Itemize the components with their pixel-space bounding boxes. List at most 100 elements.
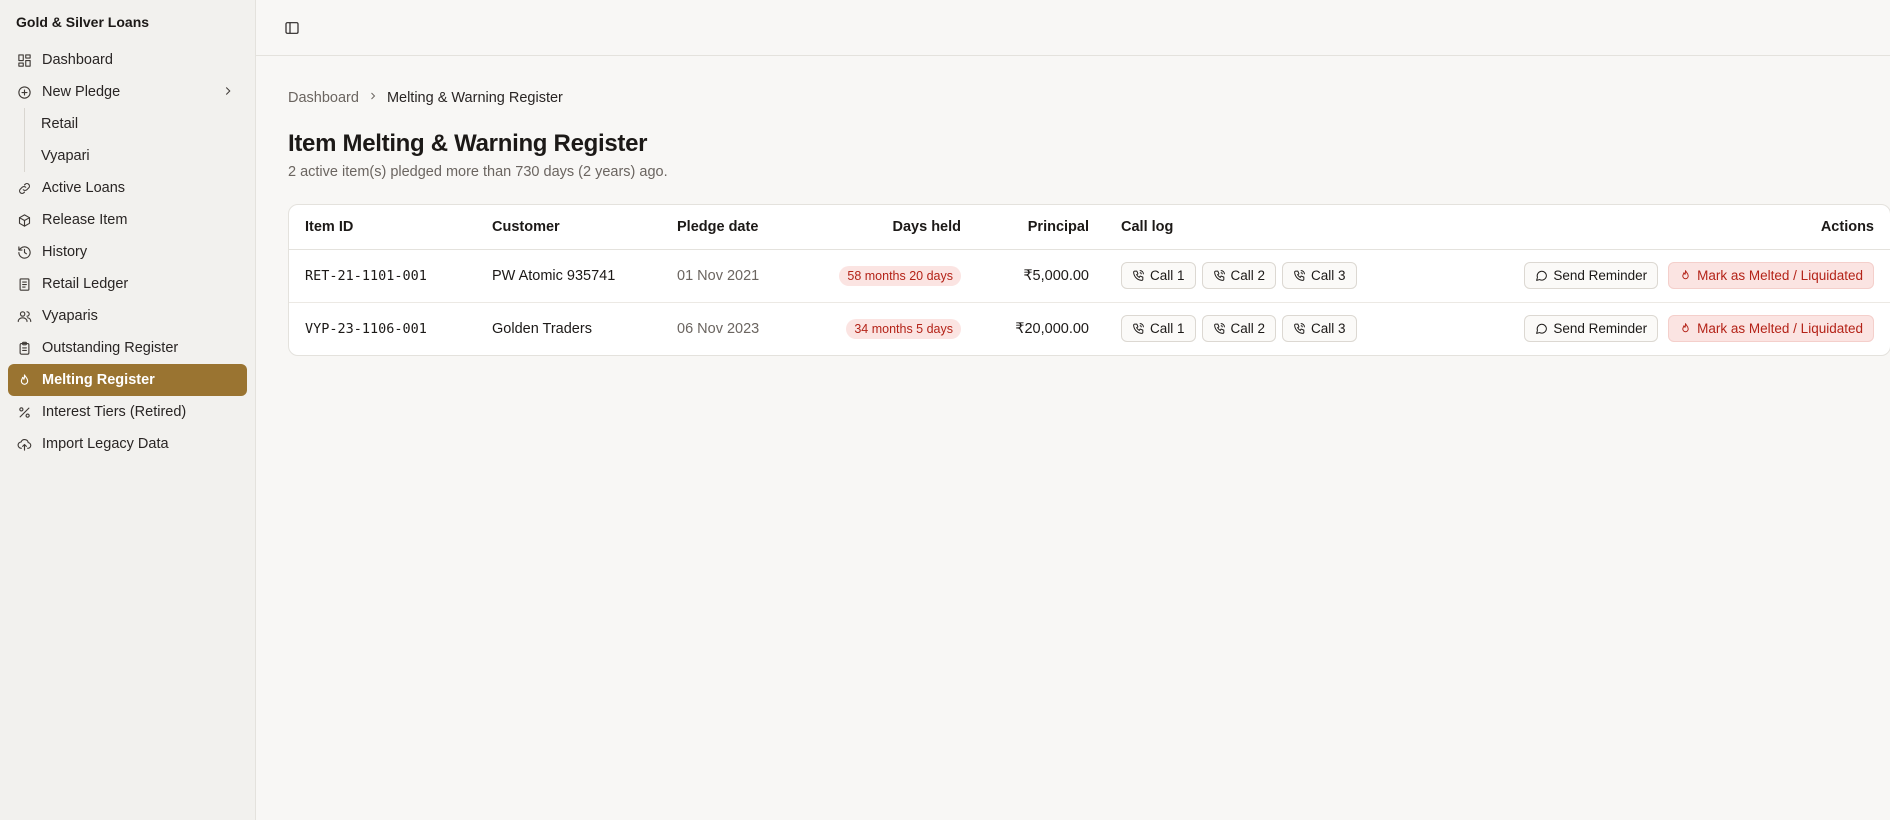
topbar (256, 0, 1890, 56)
message-circle-icon (1536, 324, 1548, 335)
phone-call-icon (1294, 323, 1305, 335)
item-id-cell: RET-21-1101-001 (289, 249, 476, 303)
call-3-button[interactable]: Call 3 (1282, 315, 1357, 343)
col-call-log: Call log (1105, 205, 1445, 250)
item-id-cell: VYP-23-1106-001 (305, 320, 427, 337)
mark-melted-label: Mark as Melted / Liquidated (1697, 268, 1863, 283)
content: Dashboard Melting & Warning Register Ite… (256, 56, 1890, 356)
pledge-date-cell: 06 Nov 2023 (677, 320, 760, 337)
sidebar: Gold & Silver Loans Dashboard New Pledge… (0, 0, 256, 820)
breadcrumb-link-dashboard[interactable]: Dashboard (288, 90, 359, 106)
call-1-button[interactable]: Call 1 (1121, 315, 1196, 343)
sidebar-item-label: History (42, 244, 88, 260)
col-principal: Principal (977, 205, 1105, 250)
send-reminder-button[interactable]: Send Reminder (1524, 315, 1659, 343)
sidebar-item-label: New Pledge (42, 84, 121, 100)
call-3-button[interactable]: Call 3 (1282, 262, 1357, 289)
call-label: Call 3 (1311, 268, 1346, 283)
breadcrumb: Dashboard Melting & Warning Register (288, 88, 1890, 108)
col-actions: Actions (1445, 205, 1890, 250)
call-label: Call 1 (1150, 268, 1185, 283)
flame-icon (1682, 270, 1689, 280)
percent-icon (16, 404, 32, 420)
mark-melted-label: Mark as Melted / Liquidated (1697, 321, 1863, 337)
mark-melted-button[interactable]: Mark as Melted / Liquidated (1668, 315, 1874, 343)
message-circle-icon (1536, 270, 1548, 281)
sidebar-item-active-loans[interactable]: Active Loans (8, 172, 247, 204)
col-customer: Customer (476, 205, 661, 250)
clipboard-icon (16, 340, 32, 356)
call-2-button[interactable]: Call 2 (1201, 315, 1277, 343)
flame-icon (1682, 323, 1689, 333)
breadcrumb-current: Melting & Warning Register (386, 90, 563, 106)
chevron-right-icon[interactable] (221, 84, 237, 100)
sidebar-item-label: Interest Tiers (Retired) (42, 404, 187, 420)
send-reminder-button[interactable]: Send Reminder (1524, 262, 1659, 289)
sidebar-item-label: Outstanding Register (42, 340, 179, 356)
days-held-badge: 34 months 5 days (846, 318, 961, 339)
sidebar-item-label: Active Loans (42, 180, 126, 196)
new-pledge-submenu: Retail Vyapari (24, 108, 247, 172)
table-row: RET-21-1101-001 PW Atomic 935741 01 Nov … (289, 249, 1890, 303)
table-row: VYP-23-1106-001 Golden Traders 06 Nov 20… (289, 302, 1890, 355)
sidebar-item-history[interactable]: History (8, 236, 247, 268)
chevron-right-icon (367, 90, 379, 106)
col-item-id: Item ID (289, 205, 476, 250)
call-label: Call 2 (1230, 321, 1266, 337)
principal-cell: ₹20,000.00 (1015, 320, 1089, 337)
col-days-held: Days held (816, 205, 977, 250)
principal-cell: ₹5,000.00 (977, 249, 1105, 303)
phone-call-icon (1133, 323, 1144, 335)
sidebar-item-new-pledge[interactable]: New Pledge (8, 76, 247, 108)
customer-cell: Golden Traders (492, 320, 592, 337)
days-held-badge: 58 months 20 days (839, 265, 961, 286)
mark-melted-button[interactable]: Mark as Melted / Liquidated (1668, 262, 1874, 289)
app-title: Gold & Silver Loans (16, 14, 150, 30)
sidebar-item-label: Vyaparis (42, 308, 98, 324)
sidebar-item-retail-ledger[interactable]: Retail Ledger (8, 268, 247, 300)
phone-call-icon (1213, 270, 1225, 281)
sidebar-subitem-vyapari[interactable]: Vyapari (25, 140, 247, 172)
sidebar-item-label: Melting Register (42, 372, 155, 388)
phone-call-icon (1133, 270, 1144, 281)
sidebar-item-dashboard[interactable]: Dashboard (8, 44, 247, 76)
main-area: Dashboard Melting & Warning Register Ite… (256, 0, 1890, 820)
plus-circle-icon (16, 84, 32, 100)
call-log-buttons: Call 1 Call 2 Call 3 (1121, 262, 1429, 289)
sidebar-item-melting-register[interactable]: Melting Register (8, 364, 247, 396)
melting-register-table: Item ID Customer Pledge date Days held P… (288, 204, 1890, 356)
page-title: Item Melting & Warning Register (288, 130, 648, 157)
cloud-upload-icon (16, 436, 32, 452)
link-icon (16, 180, 32, 196)
col-pledge-date: Pledge date (661, 205, 816, 250)
sidebar-nav: Dashboard New Pledge Retail Vyapari Acti… (8, 44, 247, 460)
sidebar-item-interest-tiers[interactable]: Interest Tiers (Retired) (8, 396, 247, 428)
users-icon (16, 308, 32, 324)
sidebar-item-label: Retail Ledger (42, 276, 129, 292)
row-actions: Send Reminder Mark as Melted / Liquidate… (1461, 262, 1874, 289)
sidebar-item-outstanding-register[interactable]: Outstanding Register (8, 332, 247, 364)
pledge-date-cell: 01 Nov 2021 (661, 249, 816, 303)
panel-left-icon (285, 21, 299, 34)
sidebar-subitem-retail[interactable]: Retail (25, 108, 247, 140)
sidebar-item-vyaparis[interactable]: Vyaparis (8, 300, 247, 332)
flame-icon (16, 372, 32, 388)
ledger-icon (16, 276, 32, 292)
call-2-button[interactable]: Call 2 (1201, 262, 1277, 289)
phone-call-icon (1294, 270, 1305, 281)
package-icon (16, 212, 32, 228)
call-label: Call 3 (1311, 321, 1346, 337)
sidebar-item-release-item[interactable]: Release Item (8, 204, 247, 236)
customer-cell: PW Atomic 935741 (476, 249, 661, 303)
page-subtitle: 2 active item(s) pledged more than 730 d… (288, 164, 668, 180)
sidebar-item-label: Release Item (42, 212, 128, 228)
history-icon (16, 244, 32, 260)
call-label: Call 2 (1230, 268, 1266, 283)
sidebar-toggle-button[interactable] (278, 14, 306, 42)
sidebar-item-label: Dashboard (42, 52, 113, 68)
send-reminder-label: Send Reminder (1553, 321, 1648, 337)
sidebar-item-label: Import Legacy Data (42, 436, 169, 452)
sidebar-item-import-legacy-data[interactable]: Import Legacy Data (8, 428, 247, 460)
row-actions: Send Reminder Mark as Melted / Liquidate… (1461, 315, 1874, 343)
call-1-button[interactable]: Call 1 (1121, 262, 1196, 289)
